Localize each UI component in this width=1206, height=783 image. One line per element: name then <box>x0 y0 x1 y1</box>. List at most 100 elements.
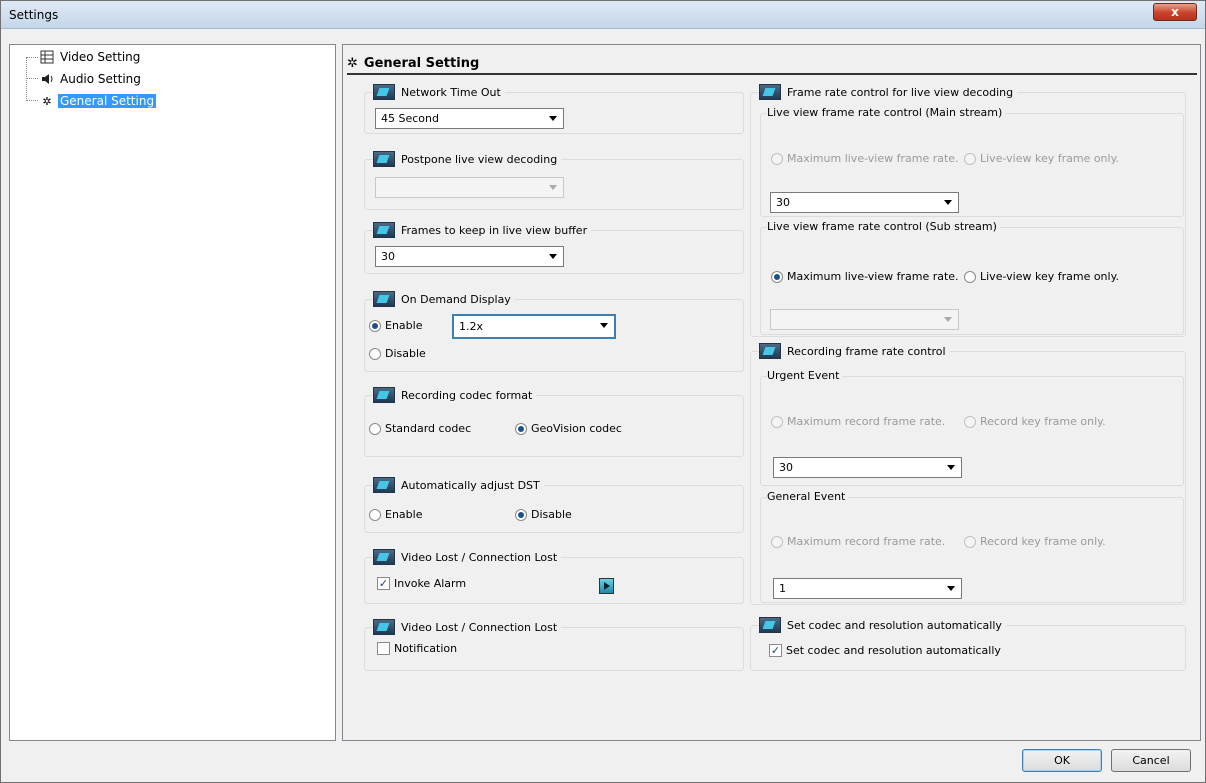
group-title: Frames to keep in live view buffer <box>401 223 588 237</box>
urgent-max-frame-radio[interactable]: Maximum record frame rate. <box>771 415 945 428</box>
urgent-event-subgroup: Urgent Event Maximum record frame rate. … <box>760 369 1184 486</box>
auto-codec-group: Set codec and resolution automatically ✓… <box>750 617 1186 671</box>
invoke-alarm-checkbox[interactable]: ✓ Invoke Alarm <box>377 577 466 590</box>
radio-label: Disable <box>385 347 426 360</box>
chevron-down-icon <box>947 465 955 470</box>
group-title: Recording codec format <box>401 388 533 402</box>
select-value: 30 <box>381 250 395 263</box>
sub-max-frame-radio[interactable]: Maximum live-view frame rate. <box>771 270 959 283</box>
settings-icon <box>759 84 781 100</box>
on-demand-scale-select[interactable]: 1.2x <box>452 314 616 339</box>
standard-codec-radio[interactable]: Standard codec <box>369 422 471 435</box>
radio-indicator <box>964 415 976 428</box>
select-value: 45 Second <box>381 112 439 125</box>
radio-indicator <box>964 270 976 283</box>
notification-checkbox[interactable]: Notification <box>377 642 457 655</box>
settings-icon <box>373 549 395 565</box>
on-demand-disable-radio[interactable]: Disable <box>369 347 426 360</box>
checkbox-label: Set codec and resolution automatically <box>786 644 1001 657</box>
close-button[interactable]: x <box>1153 3 1197 21</box>
group-title: On Demand Display <box>401 292 511 306</box>
gear-icon: ✲ <box>347 55 358 71</box>
group-title: Set codec and resolution automatically <box>787 618 1002 632</box>
general-event-select[interactable]: 1 <box>773 578 962 599</box>
radio-indicator <box>369 422 381 435</box>
radio-label: Maximum record frame rate. <box>787 535 946 548</box>
general-setting-panel: ✲ General Setting Network Time Out 45 Se… <box>342 44 1201 741</box>
radio-label: Enable <box>385 319 423 332</box>
film-icon <box>40 50 54 64</box>
window-title: Settings <box>9 8 59 22</box>
tree-item-video-setting[interactable]: Video Setting <box>40 49 142 65</box>
main-max-frame-radio[interactable]: Maximum live-view frame rate. <box>771 152 959 165</box>
sub-key-frame-radio[interactable]: Live-view key frame only. <box>964 270 1119 283</box>
network-timeout-group: Network Time Out 45 Second <box>364 84 744 134</box>
checkbox-indicator: ✓ <box>769 644 782 657</box>
tree-item-audio-setting[interactable]: Audio Setting <box>40 71 143 87</box>
subgroup-title: Urgent Event <box>767 369 843 382</box>
radio-indicator <box>771 270 783 283</box>
sub-stream-select[interactable] <box>770 309 959 330</box>
sub-stream-subgroup: Live view frame rate control (Sub stream… <box>760 220 1184 335</box>
radio-label: Enable <box>385 508 423 521</box>
settings-icon <box>373 291 395 307</box>
tree-item-general-setting[interactable]: ✲ General Setting <box>40 93 157 109</box>
urgent-key-frame-radio[interactable]: Record key frame only. <box>964 415 1106 428</box>
radio-label: Live-view key frame only. <box>980 152 1120 165</box>
radio-label: Disable <box>531 508 572 521</box>
general-key-frame-radio[interactable]: Record key frame only. <box>964 535 1106 548</box>
chevron-down-icon <box>600 323 608 328</box>
play-icon[interactable] <box>599 578 614 594</box>
radio-label: Standard codec <box>385 422 472 435</box>
postpone-decoding-select[interactable] <box>375 177 564 198</box>
settings-icon <box>759 343 781 359</box>
group-title: Network Time Out <box>401 85 501 99</box>
checkbox-label: Invoke Alarm <box>394 577 467 590</box>
network-timeout-select[interactable]: 45 Second <box>375 108 564 129</box>
general-max-frame-radio[interactable]: Maximum record frame rate. <box>771 535 945 548</box>
settings-icon <box>373 84 395 100</box>
dst-enable-radio[interactable]: Enable <box>369 508 422 521</box>
title-bar[interactable]: Settings x <box>1 1 1205 29</box>
radio-label: Maximum live-view frame rate. <box>787 152 959 165</box>
on-demand-display-group: On Demand Display Enable 1.2x Disable <box>364 291 744 372</box>
subgroup-title: Live view frame rate control (Main strea… <box>767 106 1006 119</box>
chevron-down-icon <box>549 116 557 121</box>
checkbox-label: Notification <box>394 642 458 655</box>
radio-indicator <box>369 347 381 360</box>
frames-buffer-select[interactable]: 30 <box>375 246 564 267</box>
chevron-down-icon <box>549 185 557 190</box>
tree-item-label: General Setting <box>58 94 157 108</box>
geovision-codec-radio[interactable]: GeoVision codec <box>515 422 622 435</box>
select-value: 1.2x <box>459 320 484 333</box>
radio-label: Record key frame only. <box>980 415 1106 428</box>
subgroup-title: General Event <box>767 490 849 503</box>
radio-label: Record key frame only. <box>980 535 1106 548</box>
chevron-down-icon <box>944 200 952 205</box>
radio-indicator <box>964 152 976 165</box>
auto-codec-checkbox[interactable]: ✓ Set codec and resolution automatically <box>769 644 1001 657</box>
ok-button[interactable]: OK <box>1022 749 1102 772</box>
radio-indicator <box>369 508 381 521</box>
dst-group: Automatically adjust DST Enable Disable <box>364 477 744 533</box>
cancel-button[interactable]: Cancel <box>1111 749 1191 772</box>
group-title: Frame rate control for live view decodin… <box>787 85 1014 99</box>
main-stream-select[interactable]: 30 <box>770 192 959 213</box>
video-lost-notification-group: Video Lost / Connection Lost Notificatio… <box>364 619 744 671</box>
radio-indicator <box>515 508 527 521</box>
main-stream-subgroup: Live view frame rate control (Main strea… <box>760 106 1184 217</box>
select-value: 30 <box>776 196 790 209</box>
select-value: 30 <box>779 461 793 474</box>
dst-disable-radio[interactable]: Disable <box>515 508 572 521</box>
main-key-frame-radio[interactable]: Live-view key frame only. <box>964 152 1119 165</box>
group-title: Postpone live view decoding <box>401 152 558 166</box>
select-value: 1 <box>779 582 786 595</box>
urgent-event-select[interactable]: 30 <box>773 457 962 478</box>
on-demand-enable-radio[interactable]: Enable <box>369 319 422 332</box>
radio-indicator <box>771 415 783 428</box>
recording-codec-group: Recording codec format Standard codec Ge… <box>364 387 744 457</box>
group-title: Automatically adjust DST <box>401 478 540 492</box>
settings-icon <box>373 619 395 635</box>
checkbox-indicator: ✓ <box>377 577 390 590</box>
page-title-text: General Setting <box>363 55 480 71</box>
